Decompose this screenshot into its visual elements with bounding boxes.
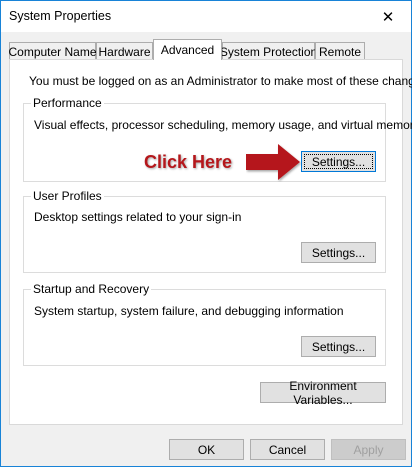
title-bar[interactable]: System Properties ✕ [1, 1, 411, 32]
ok-button[interactable]: OK [169, 439, 244, 460]
performance-settings-button[interactable]: Settings... [301, 151, 376, 172]
cancel-button[interactable]: Cancel [250, 439, 325, 460]
user-profiles-group: User Profiles Desktop settings related t… [23, 189, 386, 273]
advanced-tab-panel: You must be logged on as an Administrato… [9, 59, 412, 425]
startup-recovery-description: System startup, system failure, and debu… [34, 304, 344, 318]
admin-note: You must be logged on as an Administrato… [29, 74, 412, 88]
tab-strip: Computer Name Hardware Advanced System P… [8, 39, 403, 61]
user-profiles-settings-button[interactable]: Settings... [301, 242, 376, 263]
tab-advanced[interactable]: Advanced [153, 39, 222, 60]
apply-button[interactable]: Apply [331, 439, 406, 460]
user-profiles-label: User Profiles [31, 189, 104, 203]
performance-description: Visual effects, processor scheduling, me… [34, 118, 412, 132]
user-profiles-description: Desktop settings related to your sign-in [34, 210, 242, 224]
startup-recovery-label: Startup and Recovery [31, 282, 152, 296]
startup-recovery-settings-button[interactable]: Settings... [301, 336, 376, 357]
window-title: System Properties [9, 9, 112, 23]
startup-recovery-group: Startup and Recovery System startup, sys… [23, 282, 386, 366]
click-here-annotation: Click Here [144, 152, 233, 172]
environment-variables-button[interactable]: Environment Variables... [260, 379, 386, 407]
performance-label: Performance [31, 96, 104, 110]
arrow-right-icon [246, 144, 300, 180]
close-icon[interactable]: ✕ [365, 1, 411, 32]
system-properties-window: System Properties ✕ Computer Name Hardwa… [0, 0, 412, 467]
